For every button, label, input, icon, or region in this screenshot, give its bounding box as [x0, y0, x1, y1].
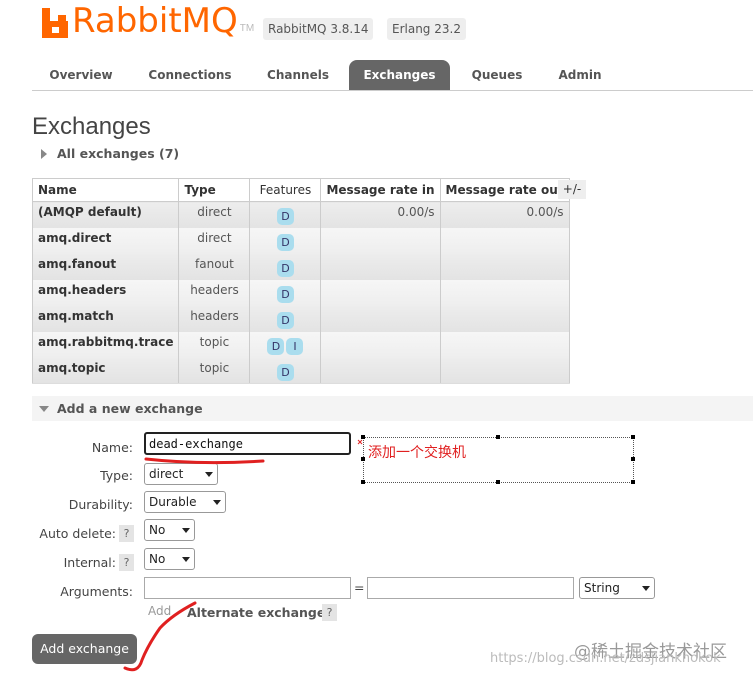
annotation-overlay: [123, 439, 363, 672]
annotation-note-text: 添加一个交换机: [368, 445, 466, 461]
watermark-url: https://blog.csdn.net/zdsjiankhokok: [490, 651, 721, 666]
red-pen-stroke-annotation: [123, 601, 197, 672]
red-underline-annotation: [144, 457, 265, 465]
annotation-anchor-mark: [357, 439, 363, 445]
